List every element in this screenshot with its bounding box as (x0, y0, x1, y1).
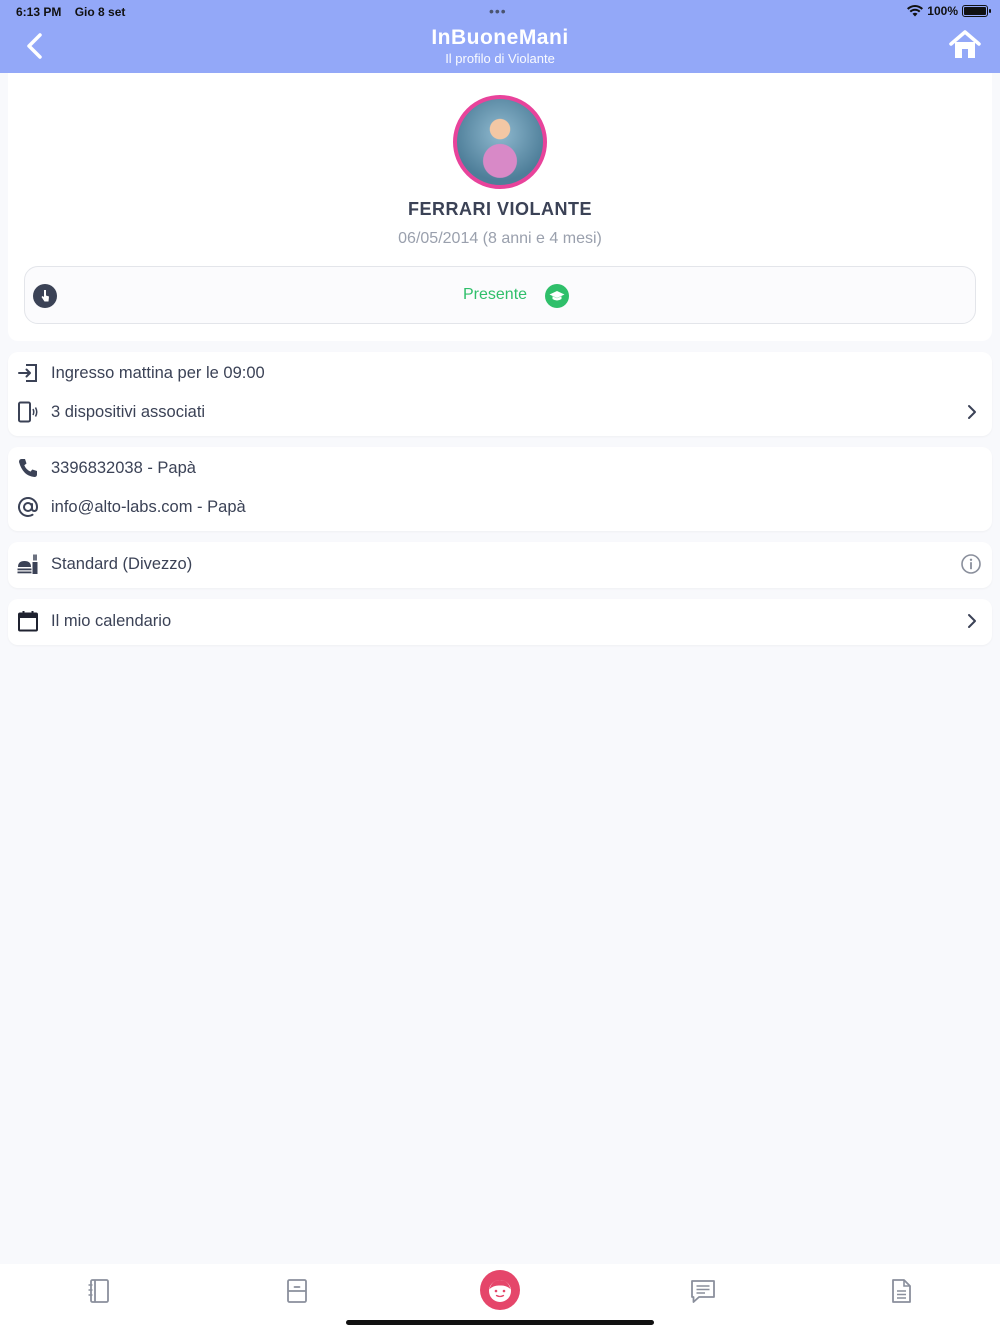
messages-icon[interactable] (690, 1278, 716, 1304)
birth-date: 06/05/2014 (8 anni e 4 mesi) (398, 230, 602, 247)
email-text: info@alto-labs.com - Papà (51, 498, 246, 516)
chevron-right-icon (968, 614, 976, 628)
device-icon (18, 401, 38, 423)
calendar-card: Il mio calendario (8, 599, 992, 645)
page-subtitle: Il profilo di Violante (445, 51, 555, 66)
profile-card: FERRARI VIOLANTE 06/05/2014 (8 anni e 4 … (8, 73, 992, 341)
home-button[interactable] (948, 28, 982, 62)
wifi-icon (907, 5, 924, 17)
status-time-date: 6:13 PM Gio 8 set (16, 5, 135, 19)
phone-text: 3396832038 - Papà (51, 459, 196, 477)
calendar-icon (18, 611, 38, 632)
presence-label: Presente (463, 286, 528, 303)
status-time: 6:13 PM (16, 5, 62, 19)
status-bar: 6:13 PM Gio 8 set ••• 100% (0, 0, 1000, 24)
hand-pointer-icon (33, 284, 57, 308)
header-title-block: InBuoneMani Il profilo di Violante (0, 26, 1000, 66)
graduation-cap-icon (545, 284, 569, 308)
chevron-right-icon (968, 405, 976, 419)
app-header: 6:13 PM Gio 8 set ••• 100% InBuoneMani I… (0, 0, 1000, 73)
battery-icon (962, 5, 991, 17)
child-name: FERRARI VIOLANTE (407, 199, 592, 219)
phone-icon (19, 459, 37, 477)
phone-row[interactable]: 3396832038 - Papà (8, 449, 992, 488)
status-indicators: 100% (907, 4, 991, 18)
diet-row[interactable]: Standard (Divezzo) (8, 545, 992, 584)
child-profile-tab[interactable] (480, 1270, 520, 1310)
email-row[interactable]: info@alto-labs.com - Papà (8, 488, 992, 527)
calendar-text: Il mio calendario (51, 612, 172, 630)
info-icon[interactable] (960, 553, 982, 575)
register-icon[interactable] (284, 1278, 310, 1304)
diet-text: Standard (Divezzo) (51, 555, 193, 573)
avatar[interactable] (453, 95, 547, 189)
diary-icon[interactable] (86, 1278, 112, 1304)
presence-toggle[interactable]: Presente (24, 266, 976, 324)
at-icon (18, 497, 39, 517)
status-date: Gio 8 set (74, 5, 126, 19)
battery-percent: 100% (927, 4, 958, 18)
document-icon[interactable] (888, 1278, 914, 1304)
app-title: InBuoneMani (431, 26, 569, 49)
entrance-icon (18, 364, 37, 382)
calendar-row[interactable]: Il mio calendario (8, 602, 992, 641)
entrance-row: Ingresso mattina per le 09:00 (8, 354, 992, 393)
devices-text: 3 dispositivi associati (51, 403, 206, 421)
multitasking-dots-icon[interactable]: ••• (489, 3, 507, 19)
diet-card: Standard (Divezzo) (8, 542, 992, 588)
child-profile-icon (489, 1280, 511, 1302)
home-indicator[interactable] (346, 1320, 654, 1325)
contacts-card: 3396832038 - Papà info@alto-labs.com - P… (8, 447, 992, 531)
food-icon (17, 554, 38, 574)
entrance-text: Ingresso mattina per le 09:00 (51, 364, 265, 382)
schedule-devices-card: Ingresso mattina per le 09:00 3 disposit… (8, 352, 992, 436)
devices-row[interactable]: 3 dispositivi associati (8, 393, 992, 432)
